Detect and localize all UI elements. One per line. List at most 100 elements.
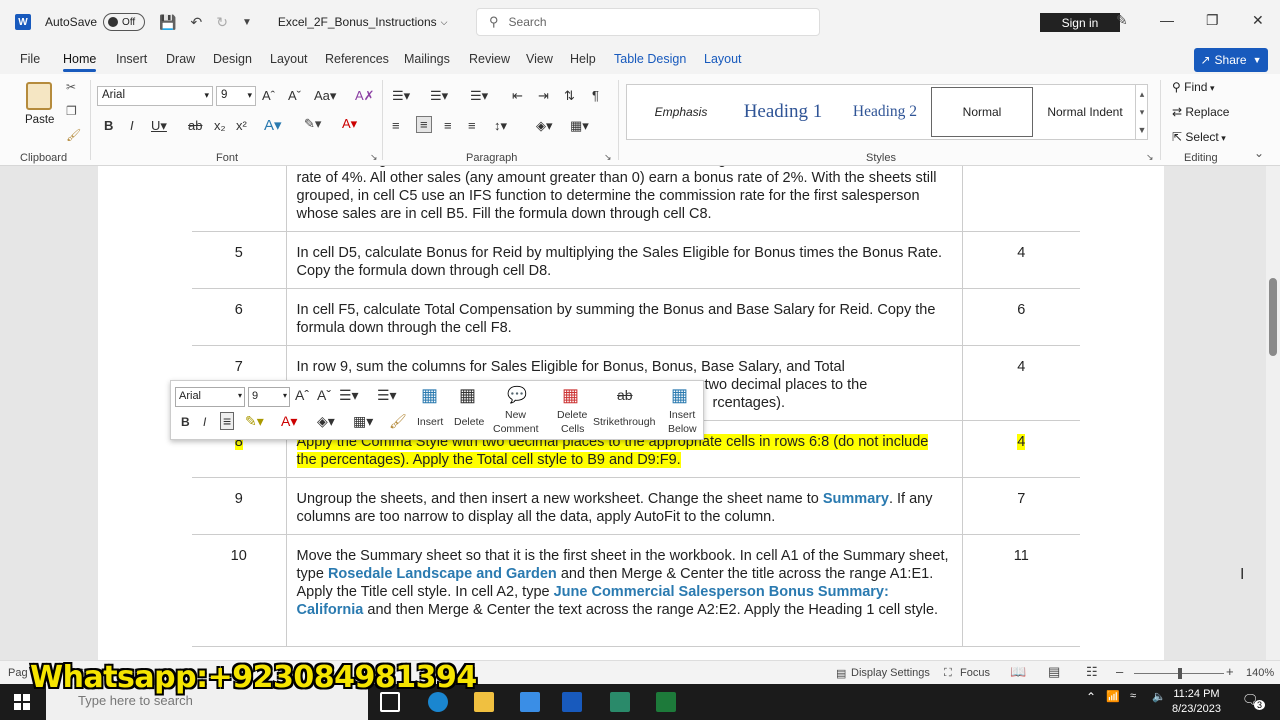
style-normal-indent[interactable]: Normal Indent [1035, 87, 1135, 137]
step-text[interactable]: In cell F5, calculate Total Compensation… [286, 288, 963, 346]
search-input[interactable]: ⚲ Search [476, 8, 820, 36]
tab-help[interactable]: Help [570, 52, 596, 66]
tab-review[interactable]: Review [469, 52, 510, 66]
insert-below-icon[interactable]: ▦ [671, 385, 688, 406]
scrollbar-thumb[interactable] [1269, 278, 1277, 356]
tab-draw[interactable]: Draw [166, 52, 195, 66]
new-comment-line1[interactable]: New [505, 409, 526, 421]
style-heading-1[interactable]: Heading 1 [733, 87, 833, 137]
font-color-icon[interactable]: A▾ [281, 413, 297, 430]
align-center-icon[interactable]: ≡ [416, 116, 432, 133]
read-mode-icon[interactable]: 📖 [1010, 664, 1026, 680]
collapse-ribbon-icon[interactable]: ⌄ [1254, 146, 1264, 160]
tab-file[interactable]: File [20, 52, 40, 66]
tray-chevron-icon[interactable]: ⌃ [1086, 690, 1096, 704]
dialog-launcher-icon[interactable]: ↘ [604, 152, 612, 163]
numbering-icon[interactable]: ☰▾ [377, 387, 397, 404]
redo-icon[interactable]: ↻ [216, 14, 228, 31]
shrink-font-icon[interactable]: Aˇ [288, 88, 301, 103]
strikethrough-button[interactable]: Strikethrough [593, 416, 655, 428]
edge-icon[interactable] [428, 692, 448, 712]
line-spacing-icon[interactable]: ↕▾ [494, 118, 507, 134]
select-button[interactable]: ⇱ Select ▾ [1172, 130, 1226, 144]
file-explorer-icon[interactable] [474, 692, 494, 712]
dialog-launcher-icon[interactable]: ↘ [1146, 152, 1154, 163]
app-icon[interactable] [610, 692, 630, 712]
shading-icon[interactable]: ◈▾ [317, 413, 335, 430]
new-comment-line2[interactable]: Comment [493, 423, 539, 435]
subscript-icon[interactable]: x₂ [214, 118, 226, 133]
show-marks-icon[interactable]: ¶ [592, 88, 599, 103]
focus-button[interactable]: Focus [960, 667, 990, 679]
dialog-launcher-icon[interactable]: ↘ [370, 152, 378, 163]
format-painter-icon[interactable]: 🖌 [66, 128, 81, 142]
scroll-down-icon[interactable]: ▾ [1136, 103, 1148, 121]
align-left-icon[interactable]: ≡ [392, 118, 400, 133]
zoom-in-icon[interactable]: + [1226, 664, 1234, 679]
store-icon[interactable] [520, 692, 540, 712]
decrease-indent-icon[interactable]: ⇤ [512, 88, 523, 104]
clear-formatting-icon[interactable]: A✗ [355, 88, 375, 104]
center-align-icon[interactable]: ≡ [220, 412, 235, 430]
print-layout-icon[interactable]: ▤ [1048, 664, 1060, 680]
format-painter-icon[interactable]: 🖌 [389, 413, 407, 430]
paste-button[interactable]: Paste [25, 114, 54, 126]
tab-insert[interactable]: Insert [116, 52, 147, 66]
web-layout-icon[interactable]: ☷ [1086, 664, 1098, 680]
bullets-icon[interactable]: ☰▾ [339, 387, 359, 404]
delete-button[interactable]: Delete [454, 416, 484, 428]
sort-icon[interactable]: ⇅ [564, 88, 575, 104]
word-taskbar-icon[interactable] [562, 692, 582, 712]
increase-indent-icon[interactable]: ⇥ [538, 88, 549, 104]
shading-icon[interactable]: ◈▾ [536, 118, 553, 134]
copy-icon[interactable]: ❐ [66, 104, 77, 118]
italic-icon[interactable]: I [203, 415, 206, 429]
tab-table-design[interactable]: Table Design [614, 52, 686, 66]
font-color-icon[interactable]: A▾ [342, 116, 357, 132]
step-text[interactable]: Ungroup the sheets, and then insert a ne… [286, 477, 963, 535]
undo-icon[interactable]: ↶ [190, 14, 202, 31]
bold-icon[interactable]: B [181, 415, 190, 429]
superscript-icon[interactable]: x² [236, 118, 247, 133]
insert-below-line2[interactable]: Below [668, 423, 697, 435]
display-settings-button[interactable]: Display Settings [851, 667, 930, 679]
customize-qat-icon[interactable]: ▼ [242, 17, 252, 28]
clock[interactable]: 11:24 PM 8/23/2023 [1172, 687, 1221, 717]
scroll-up-icon[interactable]: ▴ [1136, 85, 1148, 103]
style-emphasis[interactable]: Emphasis [631, 87, 731, 137]
zoom-out-icon[interactable]: – [1116, 664, 1123, 679]
sign-in-button[interactable]: Sign in [1040, 13, 1120, 32]
page-indicator[interactable]: Pag [8, 667, 28, 679]
insert-below-line1[interactable]: Insert [669, 409, 695, 421]
delete-table-icon[interactable]: ▦ [459, 385, 476, 406]
close-icon[interactable]: ✕ [1252, 12, 1264, 29]
change-case-icon[interactable]: Aa▾ [314, 88, 336, 104]
delete-cells-icon[interactable]: ▦ [562, 385, 579, 406]
step-text[interactable]: Move the Summary sheet so that it is the… [286, 534, 963, 647]
chevron-down-icon[interactable]: ⌵ [441, 17, 448, 28]
tab-design[interactable]: Design [213, 52, 252, 66]
wifi-icon[interactable]: ≈ [1130, 690, 1136, 702]
new-comment-icon[interactable]: 💬 [507, 385, 527, 405]
styles-scroll[interactable]: ▴ ▾ ▼ [1135, 85, 1148, 139]
tab-home[interactable]: Home [63, 52, 97, 72]
restore-icon[interactable]: ❐ [1206, 12, 1219, 29]
insert-table-icon[interactable]: ▦ [421, 385, 438, 406]
tab-mailings[interactable]: Mailings [404, 52, 450, 66]
shrink-font-icon[interactable]: Aˇ [317, 387, 331, 403]
network-icon[interactable]: 📶 [1106, 690, 1120, 703]
step-text[interactable]: scale. Sales greater than $35,000 earn a… [286, 166, 963, 232]
grow-font-icon[interactable]: Aˆ [262, 88, 275, 103]
mini-font-select[interactable]: Arial ▾ [175, 387, 245, 407]
font-name-select[interactable]: Arial ▾ [97, 86, 213, 106]
find-button[interactable]: ⚲ Find ▾ [1172, 80, 1215, 94]
step-text[interactable]: In cell D5, calculate Bonus for Reid by … [286, 231, 963, 289]
numbering-icon[interactable]: ☰▾ [430, 88, 448, 104]
text-effects-icon[interactable]: A▾ [264, 116, 282, 134]
strikethrough-icon[interactable]: ab [617, 387, 633, 403]
pen-icon[interactable]: ✎ [1116, 12, 1128, 29]
style-heading-2[interactable]: Heading 2 [835, 87, 935, 137]
highlight-icon[interactable]: ✎▾ [304, 116, 321, 132]
share-button[interactable]: ↗ Share ▼ [1194, 48, 1268, 72]
minimize-icon[interactable]: — [1160, 12, 1174, 28]
